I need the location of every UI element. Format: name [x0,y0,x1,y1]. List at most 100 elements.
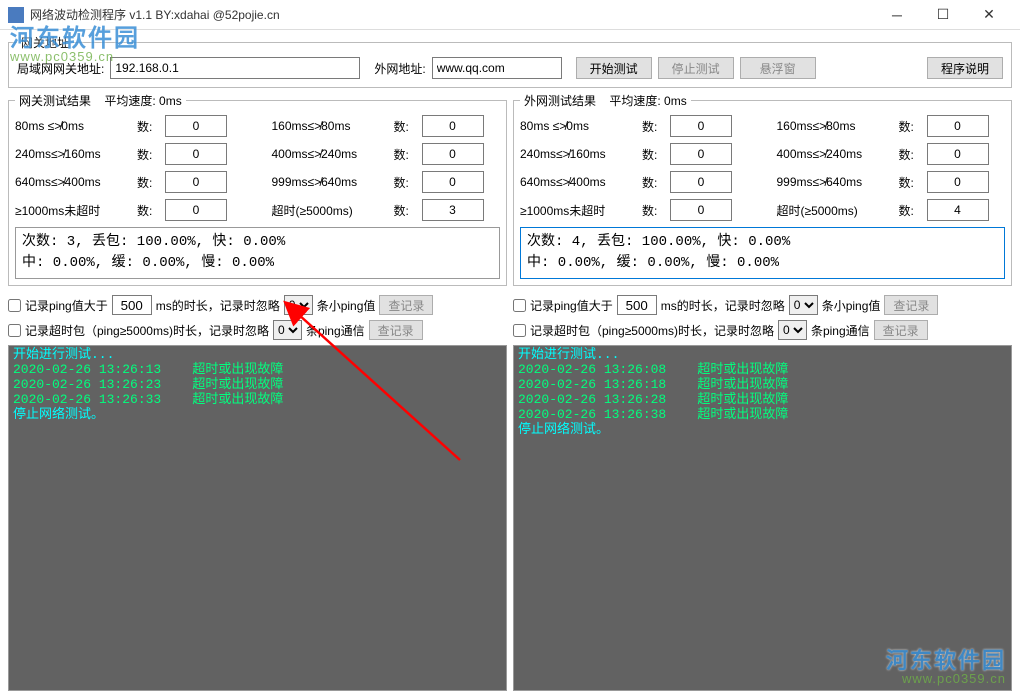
metric-label: 240ms≤≯160ms [520,147,636,161]
right-metric-1: 160ms≤≯80ms数:0 [777,115,1006,137]
metric-count-label: 数: [137,146,159,163]
metric-label: 999ms≤≯640ms [272,175,388,189]
metric-count-label: 数: [137,202,159,219]
left-log-line: 开始进行测试... [13,348,502,363]
right-opt1-input[interactable] [617,295,657,315]
metric-label: 999ms≤≯640ms [777,175,893,189]
right-legend: 外网测试结果 平均速度: 0ms [520,92,691,109]
metric-count-label: 数: [642,174,664,191]
right-avg-label: 平均速度: [609,94,660,108]
left-opt2-check[interactable] [8,324,21,337]
left-metric-4: 640ms≤≯400ms数:0 [15,171,244,193]
close-button[interactable]: ✕ [966,0,1012,30]
start-button[interactable]: 开始测试 [576,57,652,79]
right-log-line: 停止网络测试。 [518,423,1007,438]
metric-count-label: 数: [394,118,416,135]
right-metric-6: ≥1000ms未超时数:0 [520,199,749,221]
metric-value: 0 [165,115,227,137]
metric-count-label: 数: [642,202,664,219]
left-metric-2: 240ms≤≯160ms数:0 [15,143,244,165]
left-log-line: 2020-02-26 13:26:13 超时或出现故障 [13,363,502,378]
metric-label: ≥1000ms未超时 [15,202,131,219]
left-metric-7: 超时(≥5000ms)数:3 [272,199,501,221]
left-metric-1: 160ms≤≯80ms 数: 0 [272,115,501,137]
right-metric-2: 240ms≤≯160ms 数: 0 [520,143,749,165]
metric-count-label: 数: [137,118,159,135]
left-avg-value: 0ms [159,94,182,108]
right-log[interactable]: 开始进行测试...2020-02-26 13:26:08 超时或出现故障2020… [513,345,1012,691]
right-panel: 外网测试结果 平均速度: 0ms 80ms ≤≯0ms数:0160ms≤≯80m… [513,92,1012,691]
left-opt1-check[interactable] [8,299,21,312]
right-metric-4: 640ms≤≯400ms 数: 0 [520,171,749,193]
right-opt1-b: ms的时长，记录时忽略 [661,297,785,314]
left-summary-2: 中: 0.00%, 缓: 0.00%, 慢: 0.00% [22,253,493,274]
right-opt1-btn[interactable]: 查记录 [884,295,938,315]
help-button[interactable]: 程序说明 [927,57,1003,79]
wan-label: 外网地址: [374,60,425,77]
metric-label: 160ms≤≯80ms [272,119,388,133]
metric-value: 0 [670,143,732,165]
left-avg-label: 平均速度: [104,94,155,108]
left-opt1-input[interactable] [112,295,152,315]
right-opt1-select[interactable]: 0 [789,295,818,315]
right-results-group: 外网测试结果 平均速度: 0ms 80ms ≤≯0ms数:0160ms≤≯80m… [513,92,1012,286]
gateway-address-group: 网关地址 局域网网关地址: 外网地址: 开始测试 停止测试 悬浮窗 程序说明 [8,34,1012,88]
right-summary-2: 中: 0.00%, 缓: 0.00%, 慢: 0.00% [527,253,998,274]
metric-label: 超时(≥5000ms) [777,202,893,219]
metric-label: 超时(≥5000ms) [272,202,388,219]
stop-button[interactable]: 停止测试 [658,57,734,79]
maximize-button[interactable]: ☐ [920,0,966,30]
metric-label: 640ms≤≯400ms [520,175,636,189]
right-opt2-btn[interactable]: 查记录 [874,320,928,340]
right-opt1-row: 记录ping值大于 ms的时长，记录时忽略 0 条小ping值 查记录 [513,295,1012,315]
left-opt1-select[interactable]: 0 [284,295,313,315]
metric-value: 0 [670,171,732,193]
metric-value: 0 [165,199,227,221]
metric-count-label: 数: [899,202,921,219]
left-log[interactable]: 开始进行测试...2020-02-26 13:26:13 超时或出现故障2020… [8,345,507,691]
lan-label: 局域网网关地址: [17,60,104,77]
metric-count-label: 数: [394,146,416,163]
right-opt2-check[interactable] [513,324,526,337]
right-metric-7: 超时(≥5000ms)数:4 [777,199,1006,221]
right-opt2-row: 记录超时包（ping≥5000ms)时长，记录时忽略 0 条ping通信 查记录 [513,320,1012,340]
minimize-button[interactable]: ─ [874,0,920,30]
metric-label: 400ms≤≯240ms [777,147,893,161]
titlebar: 网络波动检测程序 v1.1 BY:xdahai @52pojie.cn ─ ☐ … [0,0,1020,30]
metric-value: 0 [422,115,484,137]
metric-value: 0 [165,171,227,193]
metric-count-label: 数: [899,118,921,135]
metric-count-label: 数: [642,146,664,163]
metric-count-label: 数: [137,174,159,191]
wan-input[interactable] [432,57,562,79]
left-opt1-c: 条小ping值 [317,297,376,314]
right-metric-5: 999ms≤≯640ms数:0 [777,171,1006,193]
left-opt1-a: 记录ping值大于 [25,297,108,314]
lan-input[interactable] [110,57,360,79]
metric-label: 240ms≤≯160ms [15,147,131,161]
right-opt1-check[interactable] [513,299,526,312]
left-metric-3: 400ms≤≯240ms数:0 [272,143,501,165]
left-opt1-btn[interactable]: 查记录 [379,295,433,315]
left-opt2-select[interactable]: 0 [273,320,302,340]
left-metric-6: ≥1000ms未超时数: 0 [15,199,244,221]
metric-count-label: 数: [394,202,416,219]
right-opt1-a: 记录ping值大于 [530,297,613,314]
right-legend-text: 外网测试结果 [524,94,596,108]
right-opt2-b: 条ping通信 [811,322,870,339]
metric-value: 0 [422,143,484,165]
right-metric-0: 80ms ≤≯0ms数:0 [520,115,749,137]
metric-value: 0 [670,199,732,221]
left-summary: 次数: 3, 丢包: 100.00%, 快: 0.00% 中: 0.00%, 缓… [15,227,500,279]
metric-label: 160ms≤≯80ms [777,119,893,133]
left-summary-1: 次数: 3, 丢包: 100.00%, 快: 0.00% [22,232,493,253]
float-button[interactable]: 悬浮窗 [740,57,816,79]
left-opt2-btn[interactable]: 查记录 [369,320,423,340]
left-log-line: 停止网络测试。 [13,408,502,423]
app-icon [8,7,24,23]
left-log-line: 2020-02-26 13:26:23 超时或出现故障 [13,378,502,393]
metric-count-label: 数: [642,118,664,135]
metric-count-label: 数: [899,146,921,163]
right-opt2-select[interactable]: 0 [778,320,807,340]
metric-value: 0 [670,115,732,137]
